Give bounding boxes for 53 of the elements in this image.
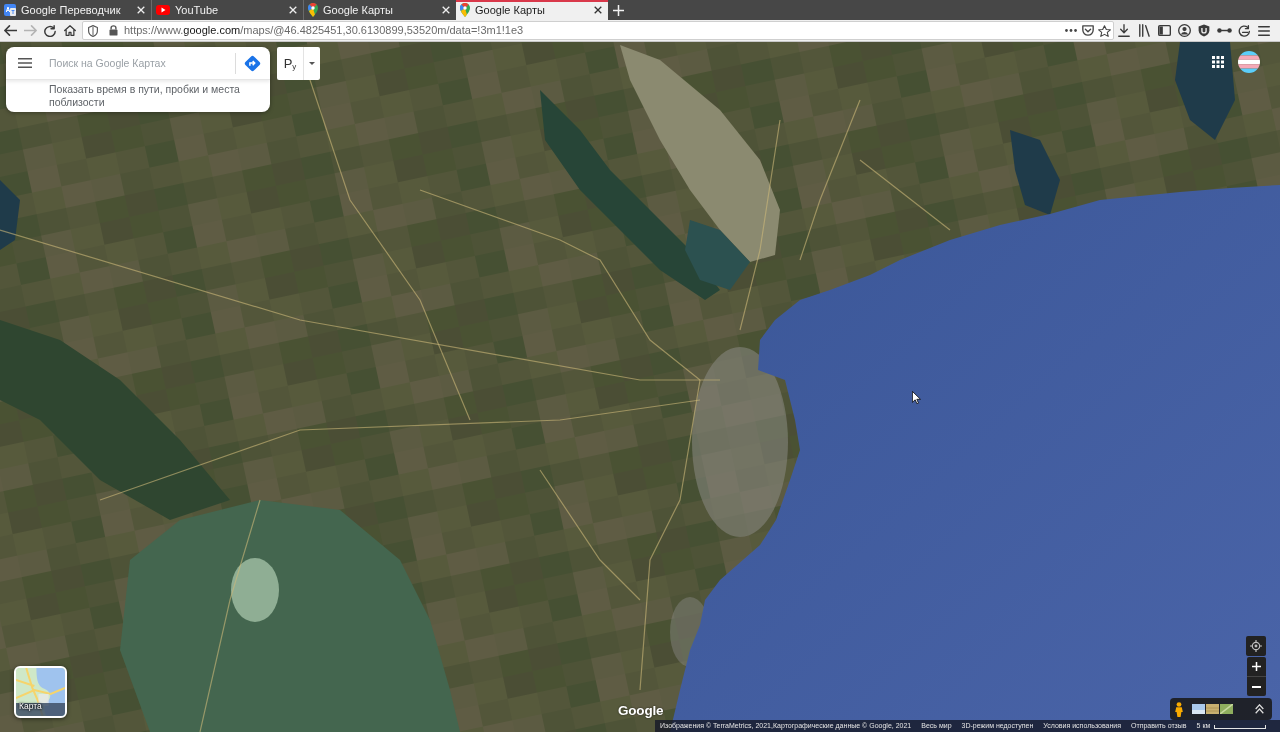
menu-icon[interactable] [1258,25,1270,36]
address-field[interactable]: https://www.google.com/maps/@46.4825451,30.6130899,53520m/data=!3m1!1e3 [82,21,1114,40]
browser-tab[interactable]: Google Карты [456,0,608,20]
account-avatar-icon[interactable] [1238,51,1260,73]
zoom-in-button[interactable] [1247,657,1266,677]
new-tab-icon[interactable] [613,4,624,16]
pegman-icon[interactable] [1175,701,1183,717]
search-field[interactable]: Поиск на Google Картах [49,54,229,72]
sync-icon[interactable] [1237,24,1251,37]
mouse-cursor-icon [912,391,921,404]
video-play-icon [156,5,170,15]
translate-icon [4,4,16,16]
map-thumbnail-icon [16,668,65,716]
double-chevron-up-icon[interactable] [1255,704,1264,714]
more-dots-icon[interactable] [1064,29,1077,32]
pocket-icon[interactable] [1081,25,1094,36]
directions-icon[interactable] [244,54,261,72]
map-pin-icon [460,3,470,17]
google-logo: Google [618,702,664,720]
minus-icon [1252,685,1261,688]
shield-icon[interactable] [1198,24,1210,37]
layer-switcher-button[interactable]: Карта [14,666,67,718]
sidebar-icon[interactable] [1157,25,1171,36]
lock-icon[interactable] [108,25,118,36]
crosshair-icon [1250,640,1262,652]
plus-icon [1252,662,1261,671]
shoal-area [231,558,279,622]
star-icon[interactable] [1098,24,1111,37]
input-tools-dropdown-button[interactable] [303,47,320,80]
lake-area [685,220,750,290]
back-arrow-icon[interactable] [3,25,17,36]
scale-bar-icon [1214,725,1267,729]
home-icon[interactable] [64,25,76,36]
menu-icon[interactable] [18,58,32,68]
caret-icon [309,62,315,65]
account-icon[interactable] [1177,24,1191,37]
lake-area [0,180,20,250]
imagery-thumbnail-icon[interactable] [1192,704,1205,714]
zoom-out-button[interactable] [1247,677,1266,696]
connected-dots-icon[interactable] [1216,28,1232,33]
close-icon[interactable] [594,6,602,14]
browser-tab[interactable]: Google Карты [304,0,456,20]
map-pin-icon [308,3,318,17]
apps-grid-icon[interactable] [1212,56,1224,68]
imagery-thumbnail-icon[interactable] [1206,704,1219,714]
shield-icon[interactable] [88,24,98,37]
input-tools-button[interactable]: Р$_{у}$ [277,47,303,80]
download-icon[interactable] [1118,24,1130,37]
my-location-button[interactable] [1246,636,1266,656]
library-icon[interactable] [1138,24,1150,37]
reload-icon[interactable] [44,24,56,37]
imagery-thumbnail-icon[interactable] [1220,704,1233,714]
search-hint-text[interactable]: Показать время в пути, пробки и места поблизости [6,80,270,112]
